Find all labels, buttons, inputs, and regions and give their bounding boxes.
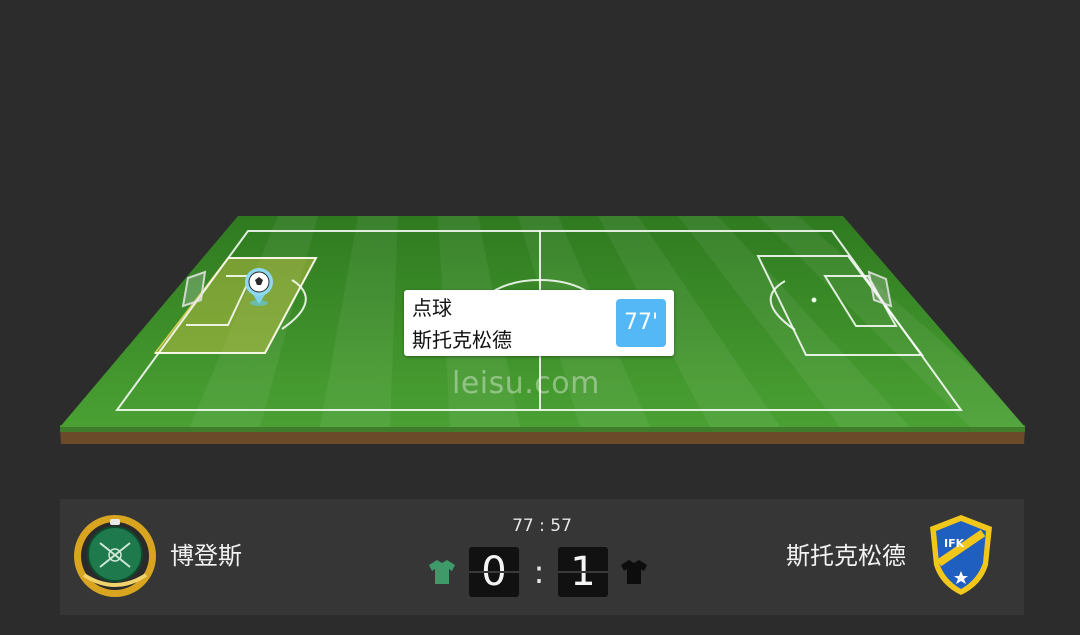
event-minute-badge: 77' (616, 299, 666, 347)
home-score: 0 (469, 547, 519, 597)
away-team-logo[interactable]: IFK (926, 513, 996, 597)
home-team-name: 博登斯 (170, 542, 242, 570)
watermark: leisu.com (452, 366, 600, 401)
svg-text:IFK: IFK (944, 537, 965, 550)
away-team-name: 斯托克松德 (786, 542, 906, 570)
score-bar: 博登斯 77 : 57 0 : 1 斯托克松德 IFK (60, 499, 1024, 615)
score-separator: : (533, 553, 545, 591)
away-score: 1 (558, 547, 608, 597)
home-jersey-icon (429, 560, 455, 584)
match-clock: 77 : 57 (512, 516, 572, 536)
event-team-label: 斯托克松德 (412, 328, 512, 352)
event-type-label: 点球 (412, 296, 452, 320)
away-jersey-icon (621, 560, 647, 584)
event-popup[interactable]: 点球 斯托克松德 77' (404, 290, 674, 356)
